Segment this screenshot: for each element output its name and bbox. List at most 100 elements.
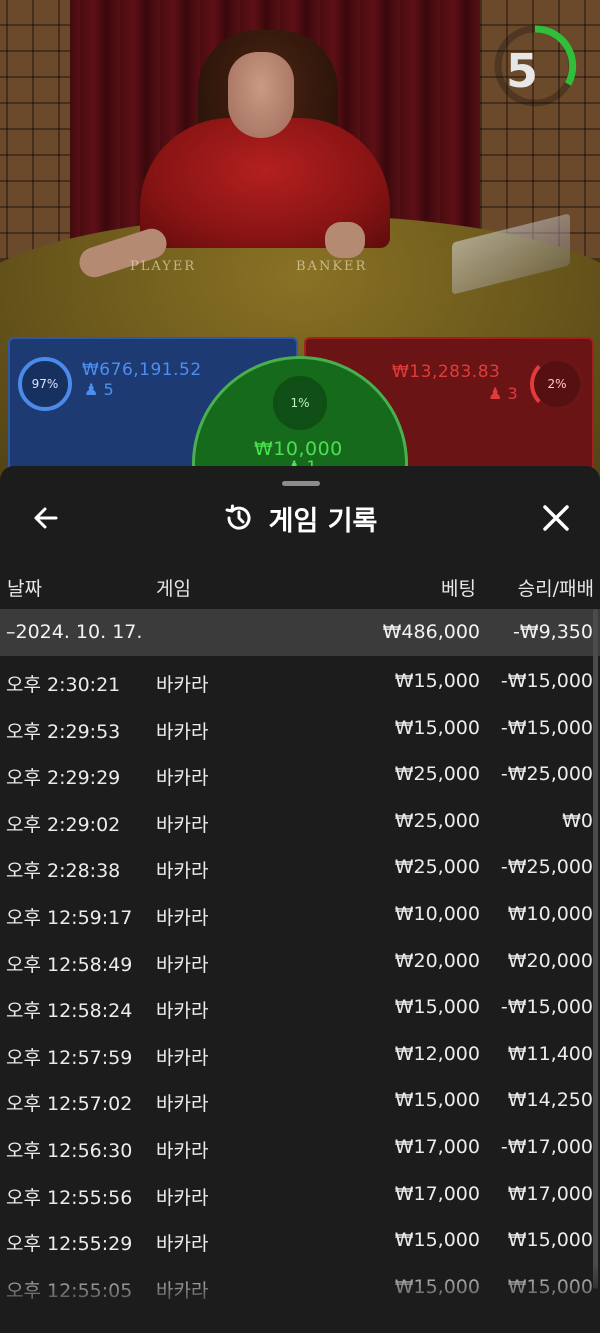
sheet-header: 게임 기록 (0, 500, 600, 537)
date-group-win-loss: -₩9,350 (512, 621, 593, 643)
column-header-bet[interactable]: 베팅 (441, 574, 476, 601)
table-row[interactable]: 오후 12:57:59 바카라 ₩12,000 ₩11,400 (0, 1033, 600, 1080)
row-time: 오후 12:55:05 (6, 1279, 133, 1302)
row-win-loss: ₩15,000 (507, 1275, 593, 1298)
row-bet: ₩17,000 (394, 1182, 480, 1205)
row-bet: ₩15,000 (394, 670, 480, 692)
table-row[interactable]: 오후 12:55:56 바카라 ₩17,000 ₩17,000 (0, 1173, 600, 1220)
row-bet: ₩20,000 (394, 949, 480, 972)
table-label-player: PLAYER (130, 259, 197, 274)
row-bet: ₩25,000 (394, 763, 480, 786)
row-game: 바카라 (156, 1093, 209, 1116)
row-win-loss: ₩15,000 (507, 1229, 593, 1252)
table-row[interactable]: 오후 12:57:02 바카라 ₩15,000 ₩14,250 (0, 1079, 600, 1126)
table-row[interactable]: 오후 12:59:17 바카라 ₩10,000 ₩10,000 (0, 893, 600, 940)
table-row[interactable]: 오후 12:58:49 바카라 ₩20,000 ₩20,000 (0, 940, 600, 987)
row-win-loss: ₩10,000 (507, 902, 593, 925)
player-count-value: 5 (103, 380, 114, 399)
person-icon: ♟ (488, 384, 503, 403)
person-icon: ♟ (84, 380, 99, 399)
scrollbar[interactable] (593, 609, 598, 1289)
close-icon[interactable] (536, 498, 576, 538)
column-header-game[interactable]: 게임 (156, 574, 191, 601)
dealer-arm-right (325, 222, 365, 258)
row-bet: ₩17,000 (394, 1135, 480, 1158)
row-win-loss: ₩17,000 (507, 1182, 593, 1205)
table-row[interactable]: 오후 12:55:05 바카라 ₩15,000 ₩15,000 (0, 1266, 600, 1313)
row-time: 오후 12:58:49 (6, 953, 133, 976)
row-win-loss: -₩25,000 (500, 856, 593, 879)
player-bet-amount: ₩676,191.52 (82, 360, 202, 380)
row-bet: ₩10,000 (394, 902, 480, 925)
date-group-row[interactable]: –2024. 10. 17. ₩486,000 -₩9,350 (0, 609, 600, 656)
row-bet: ₩25,000 (394, 856, 480, 879)
row-time: 오후 12:59:17 (6, 906, 133, 929)
table-row[interactable]: 오후 12:55:29 바카라 ₩15,000 ₩15,000 (0, 1219, 600, 1266)
row-win-loss: -₩15,000 (500, 670, 593, 692)
row-game: 바카라 (156, 953, 209, 976)
row-time: 오후 12:55:29 (6, 1233, 133, 1256)
row-game: 바카라 (156, 1233, 209, 1256)
row-time: 오후 12:56:30 (6, 1139, 133, 1162)
table-row[interactable]: 오후 12:56:30 바카라 ₩17,000 -₩17,000 (0, 1126, 600, 1173)
dealer-face (228, 52, 294, 138)
row-bet: ₩15,000 (394, 1089, 480, 1112)
sheet-drag-handle[interactable] (282, 481, 320, 486)
row-time: 오후 2:28:38 (6, 860, 121, 883)
page-title: 게임 기록 (268, 505, 378, 537)
row-win-loss: -₩15,000 (500, 996, 593, 1019)
row-win-loss: ₩20,000 (507, 949, 593, 972)
row-win-loss: ₩11,400 (507, 1042, 593, 1065)
row-game: 바카라 (156, 860, 209, 883)
table-row[interactable]: 오후 12:58:24 바카라 ₩15,000 -₩15,000 (0, 986, 600, 1033)
date-group-bet: ₩486,000 (382, 621, 480, 643)
game-history-sheet: 게임 기록 날짜 게임 베팅 승리/패배 –2024. 10. 17. ₩486… (0, 466, 600, 1333)
row-time: 오후 12:57:59 (6, 1046, 133, 1069)
row-win-loss: ₩0 (562, 809, 593, 832)
row-bet: ₩15,000 (394, 996, 480, 1019)
table-row[interactable]: 오후 2:29:29 바카라 ₩25,000 -₩25,000 (0, 753, 600, 800)
row-game: 바카라 (156, 1139, 209, 1162)
row-win-loss: -₩25,000 (500, 763, 593, 786)
row-game: 바카라 (156, 674, 209, 696)
row-bet: ₩15,000 (394, 1275, 480, 1298)
row-bet: ₩15,000 (394, 1229, 480, 1252)
row-bet: ₩25,000 (394, 809, 480, 832)
table-label-banker: BANKER (296, 259, 368, 274)
lattice-screen-left (0, 0, 70, 260)
row-game: 바카라 (156, 906, 209, 929)
row-win-loss: -₩17,000 (500, 1135, 593, 1158)
row-game: 바카라 (156, 720, 209, 743)
banker-count-value: 3 (507, 384, 518, 403)
table-row[interactable]: 오후 2:29:53 바카라 ₩15,000 -₩15,000 (0, 707, 600, 754)
banker-bet-amount: ₩13,283.83 (392, 362, 501, 382)
row-win-loss: ₩14,250 (507, 1089, 593, 1112)
row-time: 오후 12:55:56 (6, 1186, 133, 1209)
row-win-loss: -₩15,000 (500, 716, 593, 739)
player-percent-ring: 97% (18, 357, 72, 411)
row-bet: ₩15,000 (394, 716, 480, 739)
row-game: 바카라 (156, 1000, 209, 1023)
row-game: 바카라 (156, 1279, 209, 1302)
row-time: 오후 12:57:02 (6, 1093, 133, 1116)
player-bettor-count: ♟ 5 (84, 380, 114, 399)
column-header-date[interactable]: 날짜 (7, 574, 42, 601)
countdown-number: 5 (505, 44, 538, 98)
history-list: 오후 2:30:21 바카라 ₩15,000 -₩15,000 오후 2:29:… (0, 660, 600, 1312)
row-time: 오후 2:29:29 (6, 767, 121, 790)
row-time: 오후 2:30:21 (6, 674, 121, 696)
row-game: 바카라 (156, 767, 209, 790)
row-bet: ₩12,000 (394, 1042, 480, 1065)
table-row[interactable]: 오후 2:29:02 바카라 ₩25,000 ₩0 (0, 800, 600, 847)
row-game: 바카라 (156, 1186, 209, 1209)
table-row[interactable]: 오후 2:28:38 바카라 ₩25,000 -₩25,000 (0, 846, 600, 893)
row-time: 오후 2:29:53 (6, 720, 121, 743)
row-time: 오후 12:58:24 (6, 1000, 133, 1023)
banker-percent-ring: 2% (530, 357, 584, 411)
date-group-label: –2024. 10. 17. (6, 621, 143, 643)
tie-percent-ring: 1% (273, 376, 327, 430)
history-icon (225, 504, 251, 530)
row-game: 바카라 (156, 813, 209, 836)
table-row[interactable]: 오후 2:30:21 바카라 ₩15,000 -₩15,000 (0, 660, 600, 707)
column-header-win-loss[interactable]: 승리/패배 (518, 574, 594, 601)
